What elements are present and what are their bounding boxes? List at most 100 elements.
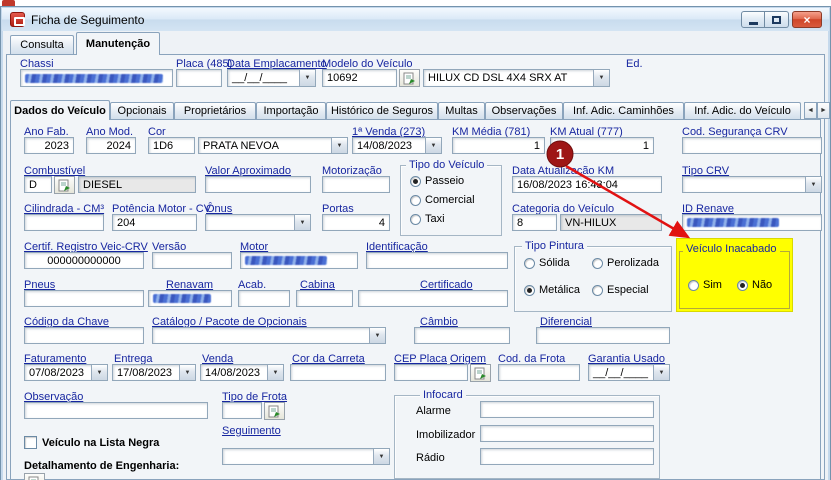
chevron-down-icon[interactable]: ▼ — [91, 365, 107, 380]
chevron-down-icon[interactable]: ▼ — [425, 138, 441, 153]
radio-especial[interactable]: Especial — [592, 284, 649, 296]
chevron-down-icon[interactable]: ▼ — [373, 449, 389, 464]
versao-field[interactable] — [152, 252, 232, 269]
cod-frota-field[interactable] — [498, 364, 580, 381]
cambio-field[interactable] — [414, 327, 510, 344]
pneus-field[interactable] — [24, 290, 144, 307]
cilindrada-field[interactable] — [24, 214, 104, 231]
tab-inf-adic-veiculo[interactable]: Inf. Adic. do Veículo — [684, 102, 801, 119]
lista-negra-checkbox[interactable] — [24, 436, 37, 449]
app-icon — [10, 12, 25, 27]
radio-perolizada[interactable]: Perolizada — [592, 257, 659, 269]
chevron-down-icon[interactable]: ▼ — [179, 365, 195, 380]
tab-observacoes[interactable]: Observações — [485, 102, 563, 119]
cor-desc-combo[interactable]: PRATA NEVOA ▼ — [198, 137, 348, 154]
chevron-down-icon[interactable]: ▼ — [267, 365, 283, 380]
cor-carreta-field[interactable] — [290, 364, 386, 381]
garantia-usado-combo[interactable]: __/__/____ ▼ — [588, 364, 670, 381]
chevron-down-icon[interactable]: ▼ — [294, 215, 310, 230]
detalhamento-browse-button[interactable] — [24, 473, 45, 480]
chevron-down-icon[interactable]: ▼ — [299, 70, 315, 86]
placa-field[interactable] — [176, 69, 222, 87]
chevron-down-icon[interactable]: ▼ — [593, 70, 609, 86]
radio-solida[interactable]: Sólida — [524, 257, 570, 269]
tab-inf-adic-caminhoes[interactable]: Inf. Adic. Caminhões — [563, 102, 684, 119]
tab-importacao[interactable]: Importação — [256, 102, 326, 119]
tab-multas[interactable]: Multas — [438, 102, 485, 119]
venda-combo[interactable]: 14/08/2023 ▼ — [200, 364, 284, 381]
categoria-field[interactable]: 8 — [512, 214, 557, 231]
close-button[interactable]: × — [792, 11, 822, 28]
tab-dados-veiculo[interactable]: Dados do Veículo — [10, 100, 110, 120]
seguimento-label[interactable]: Seguimento — [222, 425, 281, 437]
cabina-field[interactable] — [296, 290, 353, 307]
radio-infocard-field[interactable] — [480, 448, 654, 465]
cep-placa-browse-button[interactable] — [470, 364, 491, 382]
cep-placa-field[interactable] — [394, 364, 468, 381]
codigo-chave-field[interactable] — [24, 327, 144, 344]
modelo-desc-combo[interactable]: HILUX CD DSL 4X4 SRX AT ▼ — [423, 69, 610, 87]
acab-field[interactable] — [238, 290, 290, 307]
radio-comercial[interactable]: Comercial — [410, 194, 475, 206]
cod-seguranca-crv-field[interactable] — [682, 137, 822, 154]
onus-combo[interactable]: ▼ — [205, 214, 311, 231]
chassi-field[interactable] — [20, 69, 173, 87]
valor-aproximado-field[interactable] — [205, 176, 311, 193]
modelo-browse-button[interactable] — [399, 69, 420, 87]
radio-passeio[interactable]: Passeio — [410, 175, 464, 187]
minimize-button[interactable] — [741, 11, 765, 28]
portas-field[interactable]: 4 — [322, 214, 390, 231]
potencia-motor-field[interactable]: 204 — [112, 214, 197, 231]
certif-crv-field[interactable]: 000000000000 — [24, 252, 144, 269]
radio-infocard-label: Rádio — [416, 452, 445, 464]
ano-fab-field[interactable]: 2023 — [24, 137, 74, 154]
radio-sim[interactable]: Sim — [688, 279, 722, 291]
motor-field[interactable] — [240, 252, 358, 269]
tipo-frota-field[interactable] — [222, 402, 262, 419]
km-media-field[interactable]: 1 — [452, 137, 545, 154]
data-atualizacao-km-field[interactable]: 16/08/2023 16:43:04 — [512, 176, 662, 193]
ano-mod-field[interactable]: 2024 — [86, 137, 136, 154]
faturamento-combo[interactable]: 07/08/2023 ▼ — [24, 364, 108, 381]
tab-proprietarios[interactable]: Proprietários — [174, 102, 256, 119]
motorizacao-field[interactable] — [322, 176, 390, 193]
radio-nao[interactable]: Não — [737, 279, 772, 291]
primeira-venda-combo[interactable]: 14/08/2023 ▼ — [352, 137, 442, 154]
km-atual-field[interactable]: 1 — [550, 137, 654, 154]
tab-consulta[interactable]: Consulta — [10, 35, 74, 54]
maximize-button[interactable] — [765, 11, 789, 28]
tab-opcionais[interactable]: Opcionais — [110, 102, 174, 119]
chevron-down-icon[interactable]: ▼ — [653, 365, 669, 380]
seguimento-combo[interactable]: ▼ — [222, 448, 390, 465]
radio-metalica[interactable]: Metálica — [524, 284, 580, 296]
id-renave-field[interactable] — [682, 214, 822, 231]
tab-scroll-left-button[interactable]: ◄ — [804, 102, 817, 119]
tab-historico-seguros[interactable]: Histórico de Seguros — [326, 102, 438, 119]
combustivel-browse-button[interactable] — [54, 176, 75, 194]
modelo-code-field[interactable]: 10692 — [322, 69, 397, 87]
imobilizador-field[interactable] — [480, 425, 654, 442]
tipo-crv-combo[interactable]: ▼ — [682, 176, 822, 193]
diferencial-field[interactable] — [536, 327, 670, 344]
observacao-field[interactable] — [24, 402, 208, 419]
modelo-desc-value: HILUX CD DSL 4X4 SRX AT — [428, 72, 568, 84]
identificacao-field[interactable] — [366, 252, 508, 269]
cor-field[interactable]: 1D6 — [148, 137, 195, 154]
venda-value: 14/08/2023 — [205, 366, 261, 379]
chevron-down-icon[interactable]: ▼ — [331, 138, 347, 153]
radio-label: Taxi — [425, 213, 445, 225]
chevron-down-icon[interactable]: ▼ — [805, 177, 821, 192]
entrega-combo[interactable]: 17/08/2023 ▼ — [112, 364, 196, 381]
tipo-frota-browse-button[interactable] — [264, 402, 285, 420]
certificado-field[interactable] — [358, 290, 508, 307]
radio-taxi[interactable]: Taxi — [410, 213, 445, 225]
tab-scroll-right-button[interactable]: ► — [817, 102, 830, 119]
radio-label: Metálica — [539, 284, 580, 296]
data-emplacamento-combo[interactable]: __/__/____ ▼ — [227, 69, 316, 87]
alarme-field[interactable] — [480, 401, 654, 418]
renavam-field[interactable] — [148, 290, 232, 307]
catalogo-combo[interactable]: ▼ — [152, 327, 386, 344]
tab-manutencao[interactable]: Manutenção — [76, 32, 160, 55]
combustivel-field[interactable]: D — [24, 176, 52, 193]
chevron-down-icon[interactable]: ▼ — [369, 328, 385, 343]
